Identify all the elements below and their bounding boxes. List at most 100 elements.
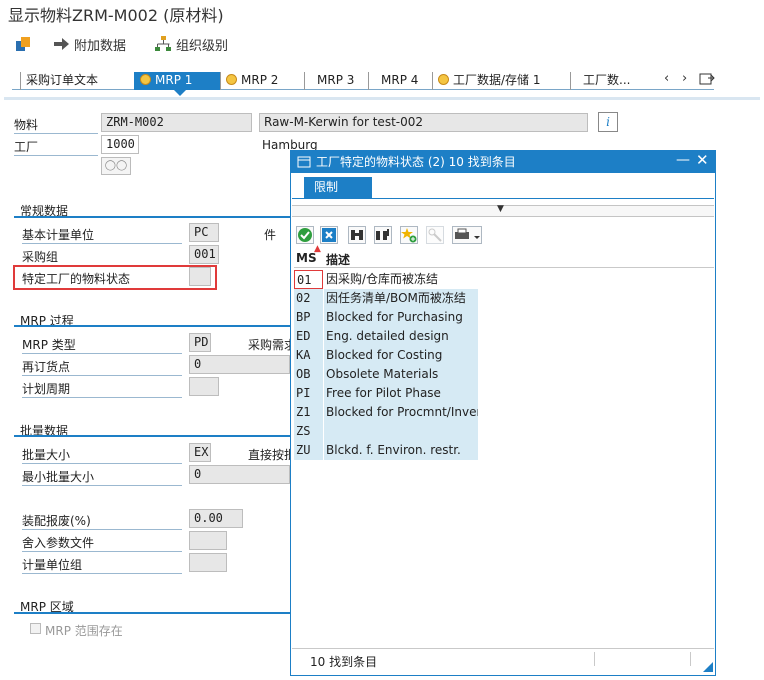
mrp-type-field[interactable]: PD bbox=[189, 333, 211, 352]
status-code: KA bbox=[294, 346, 323, 365]
rounding-profile-field[interactable] bbox=[189, 531, 227, 550]
list-header: MS 描述 ▲ bbox=[294, 244, 714, 268]
section-divider bbox=[14, 216, 292, 218]
tab-label: MRP 3 bbox=[317, 73, 355, 87]
plant-label: 工厂 bbox=[14, 138, 98, 156]
lot-size-description: 直接按批 bbox=[248, 448, 290, 462]
close-icon[interactable]: ✕ bbox=[696, 151, 709, 169]
status-code: ZS bbox=[294, 422, 323, 441]
tab-mrp3[interactable]: MRP 3 bbox=[304, 72, 368, 90]
lot-size-label: 批量大小 bbox=[22, 446, 182, 464]
find-next-icon bbox=[376, 229, 389, 240]
tab-mrp4[interactable]: MRP 4 bbox=[368, 72, 432, 90]
dialog-title: 工厂特定的物料状态 (2) 10 找到条目 bbox=[316, 155, 516, 169]
binoculars-button[interactable]: ◯◯ bbox=[101, 157, 131, 175]
add-favorite-button[interactable] bbox=[400, 226, 418, 244]
assembly-scrap-label: 装配报废(%) bbox=[22, 512, 182, 530]
base-uom-label: 基本计量单位 bbox=[22, 226, 182, 244]
info-icon[interactable]: i bbox=[598, 112, 618, 132]
arrow-right-icon bbox=[54, 38, 69, 50]
tab-plant-storage-2[interactable]: 工厂数... bbox=[570, 72, 654, 90]
status-code: BP bbox=[294, 308, 323, 327]
mrp-area-checkbox-label: MRP 范围存在 bbox=[45, 624, 123, 638]
tab-mrp1[interactable]: MRP 1 bbox=[134, 72, 220, 90]
purchasing-group-label: 采购组 bbox=[22, 248, 182, 266]
status-description: Free for Pilot Phase bbox=[324, 384, 478, 403]
min-lot-size-label: 最小批量大小 bbox=[22, 468, 182, 486]
status-description: Blocked for Procmnt/Inven bbox=[324, 403, 478, 422]
resize-handle-icon[interactable] bbox=[703, 662, 713, 672]
mrp-area-checkbox[interactable] bbox=[30, 623, 41, 634]
tab-mrp2[interactable]: MRP 2 bbox=[220, 72, 304, 90]
binoculars-icon: ◯◯ bbox=[104, 160, 128, 171]
tab-label: 工厂数... bbox=[583, 73, 631, 87]
plant-material-status-field[interactable] bbox=[189, 267, 211, 286]
material-description-field[interactable]: Raw-M-Kerwin for test-002 bbox=[259, 113, 588, 132]
section-divider bbox=[14, 612, 292, 614]
tab-list-icon[interactable] bbox=[699, 72, 715, 86]
switch-view-button[interactable] bbox=[14, 34, 36, 54]
minimize-icon[interactable]: — bbox=[676, 152, 690, 168]
status-description: 因任务清单/BOM而被冻结 bbox=[324, 289, 478, 308]
find-button[interactable] bbox=[348, 226, 366, 244]
status-code: ZU bbox=[294, 441, 323, 460]
status-divider bbox=[690, 652, 691, 666]
dialog-window-icon bbox=[297, 156, 311, 168]
mrp-type-label: MRP 类型 bbox=[22, 336, 182, 354]
switch-icon bbox=[16, 37, 30, 51]
reorder-point-field[interactable]: 0 bbox=[189, 355, 290, 374]
tab-label: 工厂数据/存储 1 bbox=[453, 73, 541, 87]
checkmark-icon bbox=[298, 228, 312, 242]
org-structure-icon bbox=[155, 36, 171, 51]
active-tab-pointer bbox=[174, 90, 186, 96]
key-icon bbox=[428, 228, 442, 242]
status-text: 10 找到条目 bbox=[310, 655, 378, 669]
tab-po-text[interactable]: 采购订单文本 bbox=[20, 72, 134, 90]
sort-indicator-icon: ▲ bbox=[314, 244, 321, 254]
material-field[interactable]: ZRM-M002 bbox=[101, 113, 252, 132]
org-levels-button[interactable]: 组织级别 bbox=[154, 34, 228, 54]
plant-field[interactable]: 1000 bbox=[101, 135, 139, 154]
status-description: Obsolete Materials bbox=[324, 365, 478, 384]
additional-data-button[interactable]: 附加数据 bbox=[52, 34, 126, 54]
tab-restriction[interactable]: 限制 bbox=[304, 177, 372, 198]
planning-cycle-field[interactable] bbox=[189, 377, 219, 396]
tab-scroll-right-icon[interactable]: › bbox=[682, 71, 687, 86]
uom-group-field[interactable] bbox=[189, 553, 227, 572]
status-code: PI bbox=[294, 384, 323, 403]
tab-label: MRP 4 bbox=[381, 73, 419, 87]
section-divider bbox=[14, 435, 292, 437]
status-description: Eng. detailed design bbox=[324, 327, 478, 346]
tab-label: MRP 2 bbox=[241, 73, 279, 87]
plant-material-status-label: 特定工厂的物料状态 bbox=[22, 272, 131, 286]
print-menu-button[interactable] bbox=[452, 226, 482, 244]
additional-data-label: 附加数据 bbox=[74, 38, 127, 54]
settings-button[interactable] bbox=[426, 226, 444, 244]
base-uom-field[interactable]: PC bbox=[189, 223, 219, 242]
tab-plant-storage-1[interactable]: 工厂数据/存储 1 bbox=[432, 72, 570, 90]
status-description: Blocked for Purchasing bbox=[324, 308, 478, 327]
collapse-icon[interactable]: ▼ bbox=[497, 204, 504, 214]
page-title: 显示物料ZRM-M002 (原材料) bbox=[8, 6, 224, 25]
base-uom-unit: 件 bbox=[264, 228, 277, 242]
tab-divider bbox=[4, 97, 760, 100]
assembly-scrap-field[interactable]: 0.00 bbox=[189, 509, 243, 528]
tab-label: 采购订单文本 bbox=[26, 73, 99, 87]
confirm-button[interactable] bbox=[296, 226, 314, 244]
status-code: 02 bbox=[294, 289, 323, 308]
lot-size-field[interactable]: EX bbox=[189, 443, 211, 462]
reorder-point-label: 再订货点 bbox=[22, 358, 182, 376]
status-icon bbox=[438, 74, 449, 85]
status-icon bbox=[226, 74, 237, 85]
column-header-description[interactable]: 描述 bbox=[326, 251, 350, 268]
planning-cycle-label: 计划周期 bbox=[22, 380, 182, 398]
find-next-button[interactable] bbox=[374, 226, 392, 244]
purchasing-group-field[interactable]: 001 bbox=[189, 245, 219, 264]
tab-scroll-left-icon[interactable]: ‹ bbox=[664, 71, 669, 86]
cancel-button[interactable] bbox=[320, 226, 338, 244]
min-lot-size-field[interactable]: 0 bbox=[189, 465, 290, 484]
binoculars-icon bbox=[351, 230, 363, 240]
status-description: 因采购/仓库而被冻结 bbox=[324, 270, 478, 289]
section-divider bbox=[14, 325, 292, 327]
status-description: Blocked for Costing bbox=[324, 346, 478, 365]
